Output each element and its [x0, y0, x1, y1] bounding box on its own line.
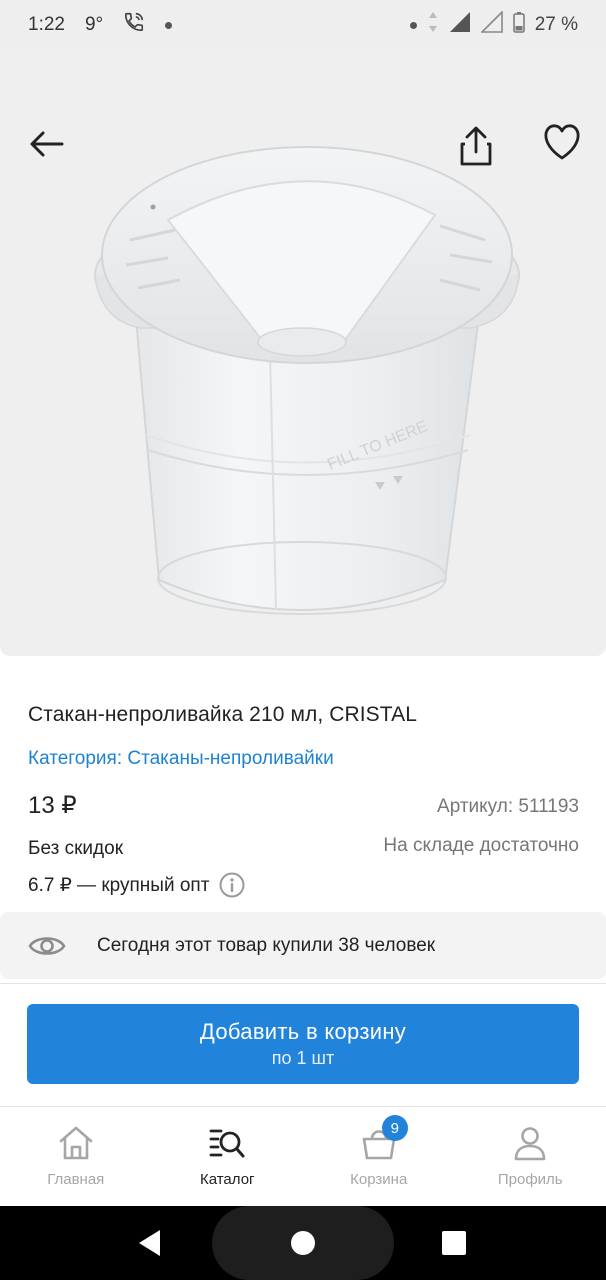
notification-dot-icon	[165, 21, 173, 29]
add-to-cart-button[interactable]: Добавить в корзину по 1 шт	[27, 1004, 579, 1084]
product-title: Стакан-непроливайка 210 мл, CRISTAL	[28, 703, 418, 726]
cart-count-badge: 9	[381, 1115, 408, 1141]
signal-icon	[449, 11, 471, 39]
nav-label-profile: Профиль	[497, 1171, 563, 1188]
eye-icon	[28, 927, 66, 965]
share-icon	[460, 126, 492, 166]
nav-label-home: Главная	[47, 1171, 105, 1188]
nav-item-home[interactable]: Главная	[0, 1107, 152, 1206]
app-screen: 1:22 9° 27 % FILL TO HERE Стакан-непроли…	[0, 0, 606, 1280]
call-icon	[123, 11, 145, 39]
add-to-cart-quantity: по 1 шт	[271, 1048, 335, 1068]
wholesale-price: 6.7 ₽ — крупный опт	[28, 872, 245, 898]
data-arrows-icon	[427, 11, 439, 39]
signal-empty-icon	[479, 10, 503, 39]
product-article: Артикул: 511193	[437, 796, 579, 817]
status-time: 1:22	[28, 14, 65, 35]
square-recents-icon	[442, 1231, 466, 1255]
favorite-button[interactable]	[538, 118, 586, 166]
divider	[0, 983, 606, 984]
info-icon[interactable]	[219, 872, 245, 898]
discount-status: Без скидок	[28, 838, 123, 859]
arrow-left-icon	[30, 131, 64, 157]
battery-level: 27 %	[534, 14, 578, 35]
catalog-search-icon	[207, 1123, 247, 1163]
system-back-button[interactable]	[120, 1213, 180, 1273]
nav-label-cart: Корзина	[350, 1171, 408, 1188]
circle-home-icon	[291, 1231, 315, 1255]
bought-today-text: Сегодня этот товар купили 38 человек	[97, 934, 436, 956]
cart-bag-icon: 9	[359, 1115, 408, 1163]
status-bar: 1:22 9° 27 %	[0, 0, 606, 50]
back-button[interactable]	[22, 120, 70, 168]
system-home-button[interactable]	[273, 1213, 333, 1273]
notification-dot-icon	[409, 21, 417, 29]
triangle-back-icon	[139, 1230, 160, 1256]
bought-today-banner: Сегодня этот товар купили 38 человек	[0, 912, 606, 979]
profile-icon	[510, 1123, 550, 1163]
nav-item-catalog[interactable]: Каталог	[152, 1107, 304, 1206]
share-button[interactable]	[452, 122, 500, 170]
system-recents-button[interactable]	[424, 1213, 484, 1273]
nav-item-profile[interactable]: Профиль	[455, 1107, 606, 1206]
heart-icon	[544, 124, 580, 160]
status-temperature: 9°	[84, 14, 104, 35]
home-icon	[56, 1123, 96, 1163]
bottom-navigation: Главная Каталог 9 Корзина Профиль	[0, 1106, 606, 1206]
product-price: 13 ₽	[28, 792, 77, 819]
product-image-area: FILL TO HERE	[0, 50, 606, 656]
stock-status: На складе достаточно	[383, 835, 579, 856]
product-image: FILL TO HERE	[94, 146, 520, 615]
nav-label-catalog: Каталог	[199, 1171, 255, 1188]
category-link[interactable]: Категория: Стаканы-непроливайки	[28, 748, 334, 770]
battery-icon	[512, 11, 525, 39]
wholesale-price-text: 6.7 ₽ — крупный опт	[28, 874, 210, 896]
nav-item-cart[interactable]: 9 Корзина	[303, 1107, 455, 1206]
add-to-cart-label: Добавить в корзину	[199, 1019, 407, 1044]
